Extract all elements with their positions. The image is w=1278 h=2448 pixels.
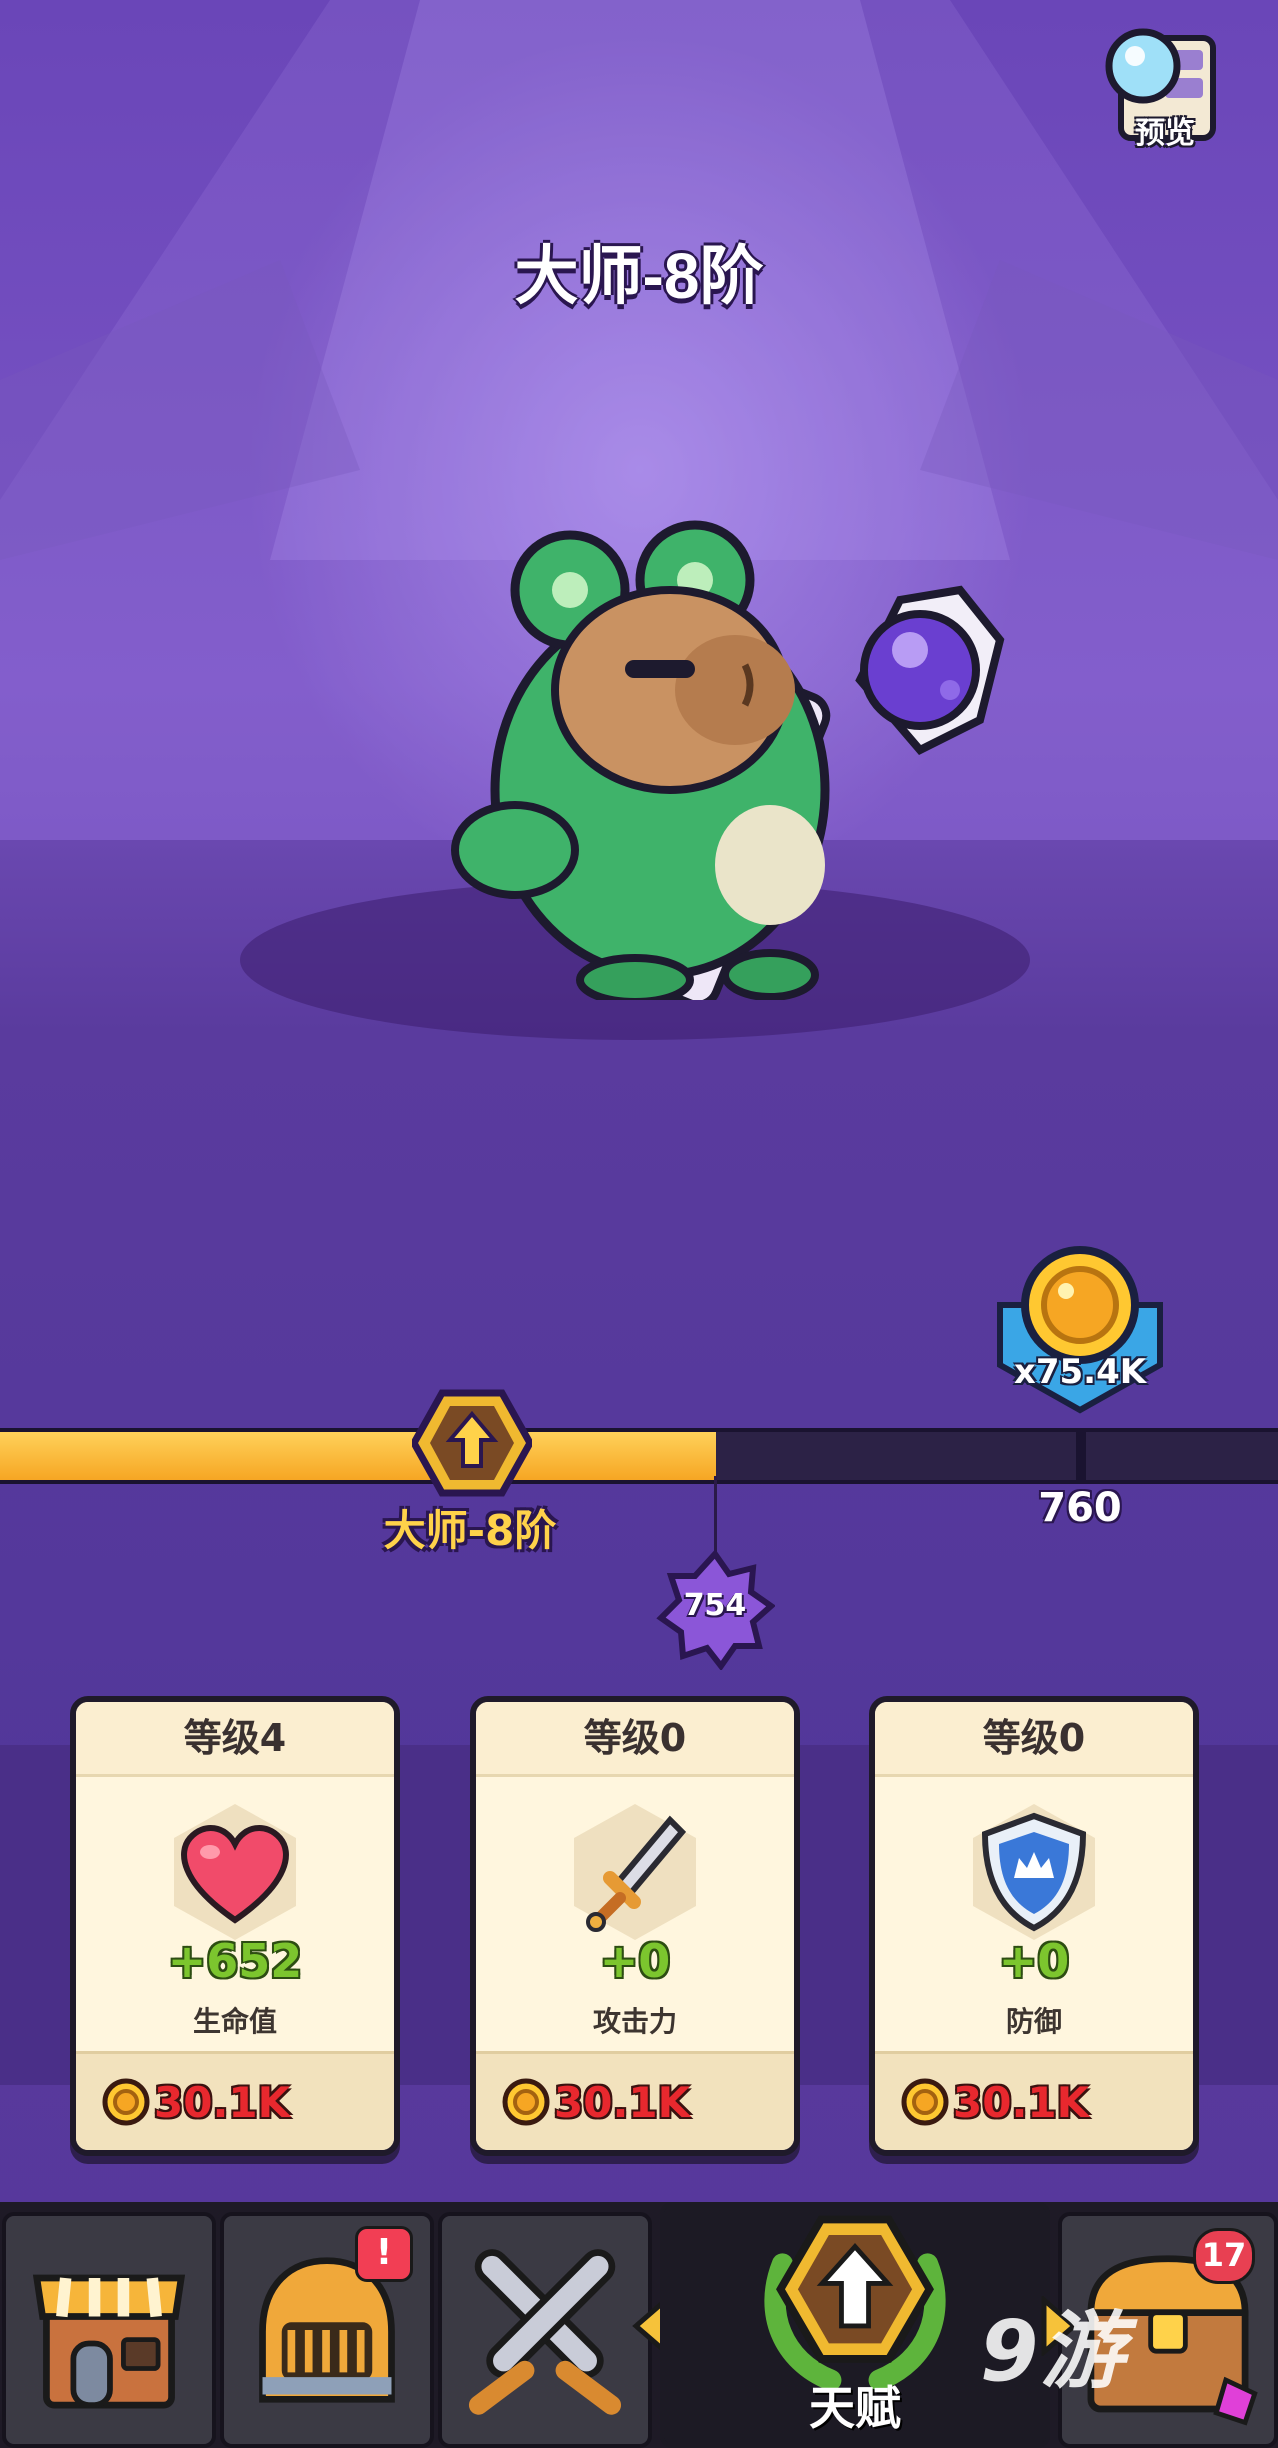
card-stat-name: 攻击力: [592, 2005, 677, 2038]
current-level: 754: [683, 1588, 747, 1623]
card-cost: 30.1K: [953, 2078, 1090, 2127]
tab-battle[interactable]: [438, 2212, 669, 2448]
card-stat-name: 生命值: [192, 2005, 277, 2038]
level-pointer: [714, 1476, 717, 1556]
card-cost: 30.1K: [154, 2078, 291, 2127]
card-value: +0: [599, 1934, 671, 1988]
reward-amount: x75.4K: [1013, 1352, 1147, 1392]
equipment-alert-badge: !: [355, 2226, 413, 2282]
upgrade-cost-button[interactable]: 30.1K: [76, 2051, 394, 2150]
crossed-swords-icon: [468, 2249, 622, 2415]
coin-icon: [502, 2078, 550, 2126]
shop-icon: [32, 2274, 186, 2409]
preview-label: 预览: [1135, 116, 1195, 151]
watermark: 9游: [980, 2302, 1127, 2400]
coin-icon: [102, 2078, 150, 2126]
rank-progress-track: [0, 1428, 1278, 1484]
hero-character: [451, 520, 1005, 1000]
card-value: +0: [998, 1934, 1070, 1988]
card-cost: 30.1K: [554, 2078, 691, 2127]
rank-progress-fill: [0, 1432, 716, 1480]
card-level: 等级0: [476, 1702, 794, 1777]
coin-icon: [901, 2078, 949, 2126]
current-rank-label: 大师-8阶: [383, 1506, 557, 1555]
rank-upgrade-icon: [412, 1389, 532, 1497]
shield-icon: [981, 1812, 1087, 1932]
upgrade-card-defense[interactable]: 等级0 +0 防御 30.1K: [869, 1696, 1199, 2156]
card-level: 等级0: [875, 1702, 1193, 1777]
upgrade-card-attack[interactable]: 等级0 +0 攻击力 30.1K: [470, 1696, 800, 2156]
upgrade-card-health[interactable]: 等级4 +652 生命值 30.1K: [70, 1696, 400, 2156]
heart-icon: [181, 1825, 289, 1924]
page-title: 大师-8阶: [514, 240, 764, 312]
sword-icon: [586, 1815, 687, 1932]
chest-count-badge: 17: [1193, 2228, 1255, 2284]
next-milestone: 760: [1038, 1485, 1122, 1531]
milestone-divider: [1076, 1432, 1086, 1480]
tab-shop[interactable]: [2, 2212, 216, 2448]
upgrade-cost-button[interactable]: 30.1K: [875, 2051, 1193, 2150]
card-value: +652: [167, 1934, 303, 1988]
card-level: 等级4: [76, 1702, 394, 1777]
upgrade-cost-button[interactable]: 30.1K: [476, 2051, 794, 2150]
card-stat-name: 防御: [1005, 2005, 1062, 2038]
